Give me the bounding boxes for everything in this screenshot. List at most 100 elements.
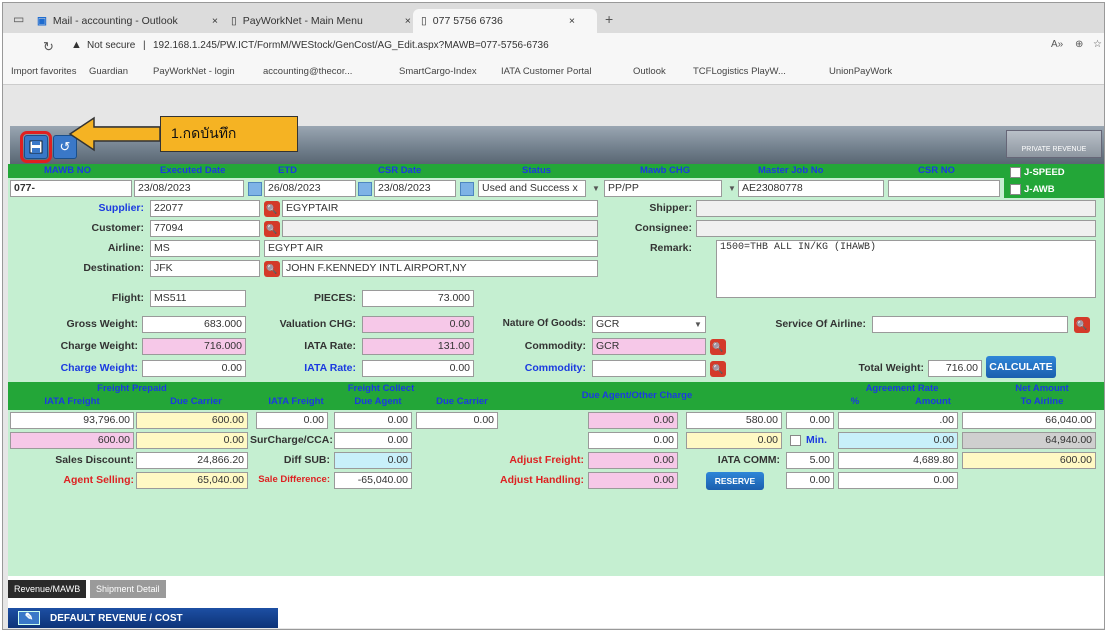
adjust-handling-input[interactable]: 0.00 [588, 472, 678, 489]
iata-comm-percent-input[interactable]: 5.00 [786, 452, 834, 469]
bookmark-item[interactable]: UnionPayWork [829, 66, 892, 77]
calendar-icon[interactable] [460, 182, 474, 196]
total-weight-input[interactable]: 716.00 [928, 360, 982, 377]
search-icon[interactable]: 🔍 [264, 201, 280, 217]
bookmark-item[interactable]: Import favorites [11, 66, 76, 77]
prepaid-other-input[interactable]: 600.00 [10, 432, 134, 449]
close-tab-icon[interactable]: × [405, 15, 411, 27]
remark-textarea[interactable]: 1500=THB ALL IN/KG (IHAWB) [716, 240, 1096, 298]
iata-comm-amount-input[interactable]: 4,689.80 [838, 452, 958, 469]
close-tab-icon[interactable]: × [212, 15, 218, 27]
gross-weight-input[interactable]: 683.000 [142, 316, 246, 333]
sales-discount-input[interactable]: 24,866.20 [136, 452, 248, 469]
destination-code-input[interactable]: JFK [150, 260, 260, 277]
supplier-code-input[interactable]: 22077 [150, 200, 260, 217]
diff-sub-input[interactable]: 0.00 [334, 452, 412, 469]
default-revenue-button[interactable]: ✎ DEFAULT REVENUE / COST [8, 608, 278, 628]
private-revenue-button[interactable]: PRIVATE REVENUE [1006, 130, 1102, 158]
reserve-amount-input[interactable]: 0.00 [838, 472, 958, 489]
customer-name-input[interactable] [282, 220, 598, 237]
iata-freight-collect-input[interactable]: 0.00 [256, 412, 328, 429]
bookmark-item[interactable]: TCFLogistics PlayW... [693, 66, 786, 77]
search-icon[interactable]: 🔍 [710, 361, 726, 377]
browser-tab-payworknet[interactable]: ▯ PayWorkNet - Main Menu × [231, 9, 411, 33]
bookmark-item[interactable]: PayWorkNet - login [153, 66, 235, 77]
reload-icon[interactable]: ↻ [43, 39, 54, 55]
search-icon[interactable]: 🔍 [264, 221, 280, 237]
agreement-amount-input[interactable]: .00 [838, 412, 958, 429]
master-job-no-input[interactable]: AE23080778 [738, 180, 884, 197]
due-carrier-2-input[interactable]: 0.00 [136, 432, 248, 449]
min-amount-input[interactable]: 0.00 [838, 432, 958, 449]
charge-weight-input[interactable]: 716.000 [142, 338, 246, 355]
mawb-no-input[interactable]: 077- [10, 180, 132, 197]
tab-revenue-mawb[interactable]: Revenue/MAWB [8, 580, 87, 598]
airline-name-input[interactable]: EGYPT AIR [264, 240, 598, 257]
consignee-input[interactable] [696, 220, 1096, 237]
etd-input[interactable]: 26/08/2023 [264, 180, 356, 197]
net-amount-2-input[interactable]: 64,940.00 [962, 432, 1096, 449]
net-amount-3-input[interactable]: 600.00 [962, 452, 1096, 469]
airline-code-input[interactable]: MS [150, 240, 260, 257]
close-tab-icon[interactable]: × [569, 15, 575, 27]
pieces-input[interactable]: 73.000 [362, 290, 474, 307]
due-carrier-input[interactable]: 600.00 [136, 412, 248, 429]
csr-date-input[interactable]: 23/08/2023 [374, 180, 456, 197]
service-airline-input[interactable] [872, 316, 1068, 333]
nature-goods-select[interactable]: GCR [592, 316, 706, 333]
bookmark-item[interactable]: SmartCargo-Index [399, 66, 477, 77]
reserve-percent-input[interactable]: 0.00 [786, 472, 834, 489]
read-aloud-icon[interactable]: A» [1051, 39, 1063, 50]
jawb-checkbox[interactable] [1010, 184, 1021, 195]
other-charge-2-input[interactable]: 0.00 [588, 432, 678, 449]
supplier-name-input[interactable]: EGYPTAIR [282, 200, 598, 217]
bookmark-item[interactable]: Guardian [89, 66, 128, 77]
other-charge-carrier-input[interactable]: 580.00 [686, 412, 782, 429]
shipper-input[interactable] [696, 200, 1096, 217]
calendar-icon[interactable] [358, 182, 372, 196]
due-agent-input[interactable]: 0.00 [334, 412, 412, 429]
save-button[interactable] [20, 131, 52, 163]
search-icon[interactable]: 🔍 [710, 339, 726, 355]
iata-rate-2-input[interactable]: 0.00 [362, 360, 474, 377]
min-checkbox[interactable] [790, 435, 801, 446]
net-amount-input[interactable]: 66,040.00 [962, 412, 1096, 429]
favorites-icon[interactable]: ☆ [1093, 39, 1102, 50]
mawb-chg-select[interactable]: PP/PP [604, 180, 722, 197]
extensions-icon[interactable]: ⊕ [1075, 39, 1083, 50]
flight-input[interactable]: MS511 [150, 290, 246, 307]
iata-freight-input[interactable]: 93,796.00 [10, 412, 134, 429]
commodity-input[interactable]: GCR [592, 338, 706, 355]
browser-tab-outlook[interactable]: ▣ Mail - accounting - Outlook × [37, 9, 218, 33]
surcharge-input[interactable]: 0.00 [334, 432, 412, 449]
agent-selling-input[interactable]: 65,040.00 [136, 472, 248, 489]
calculate-button[interactable]: CALCULATE [986, 356, 1056, 378]
search-icon[interactable]: 🔍 [264, 261, 280, 277]
agreement-percent-input[interactable]: 0.00 [786, 412, 834, 429]
speed-checkbox[interactable] [1010, 167, 1021, 178]
search-icon[interactable]: 🔍 [1074, 317, 1090, 333]
destination-name-input[interactable]: JOHN F.KENNEDY INTL AIRPORT,NY [282, 260, 598, 277]
adjust-freight-input[interactable]: 0.00 [588, 452, 678, 469]
due-carrier-collect-input[interactable]: 0.00 [416, 412, 498, 429]
bookmark-item[interactable]: IATA Customer Portal [501, 66, 591, 77]
executed-date-input[interactable]: 23/08/2023 [134, 180, 244, 197]
tab-shipment-detail[interactable]: Shipment Detail [90, 580, 166, 598]
browser-tab-active[interactable]: ▯ 077 5756 6736 × [413, 9, 597, 33]
new-tab-icon[interactable]: + [605, 11, 613, 27]
calendar-icon[interactable] [248, 182, 262, 196]
valuation-chg-input[interactable]: 0.00 [362, 316, 474, 333]
sale-difference-input[interactable]: -65,040.00 [334, 472, 412, 489]
other-charge-3-input[interactable]: 0.00 [686, 432, 782, 449]
url-input[interactable]: 192.168.1.245/PW.ICT/FormM/WEStock/GenCo… [153, 40, 549, 51]
commodity-2-input[interactable] [592, 360, 706, 377]
window-menu-icon[interactable]: ▭ [13, 12, 24, 26]
reserve-button[interactable]: RESERVE [706, 472, 764, 490]
csr-no-input[interactable] [888, 180, 1000, 197]
iata-rate-input[interactable]: 131.00 [362, 338, 474, 355]
charge-weight-2-input[interactable]: 0.00 [142, 360, 246, 377]
customer-code-input[interactable]: 77094 [150, 220, 260, 237]
bookmark-item[interactable]: Outlook [633, 66, 666, 77]
status-select[interactable]: Used and Success x [478, 180, 586, 197]
bookmark-item[interactable]: accounting@thecor... [263, 66, 352, 77]
